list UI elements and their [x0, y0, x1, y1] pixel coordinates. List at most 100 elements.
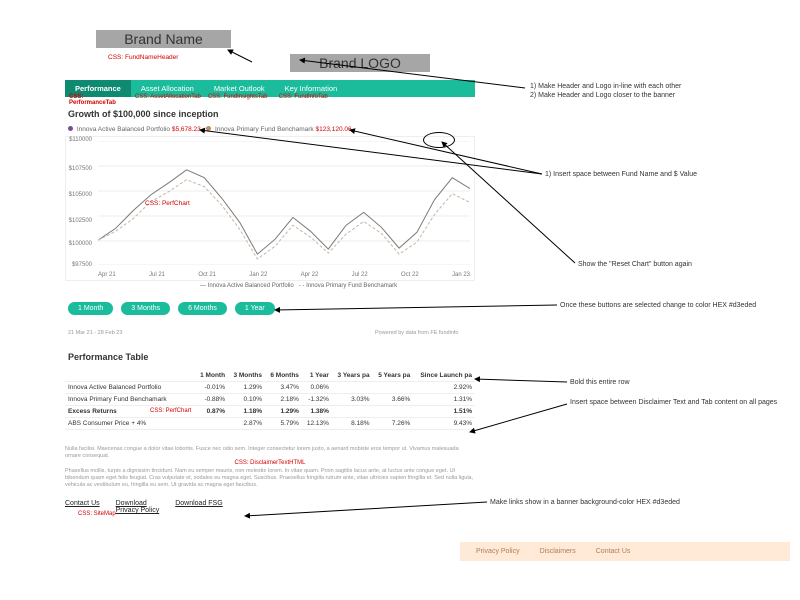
- tab-market-outlook[interactable]: Market Outlook CSS: FundInsightsTab: [204, 80, 275, 97]
- performance-table: 1 Month3 Months6 Months1 Year3 Years pa5…: [65, 370, 475, 430]
- table-header-row: 1 Month3 Months6 Months1 Year3 Years pa5…: [65, 370, 475, 382]
- annotation-pillcolor: Once these buttons are selected change t…: [560, 301, 790, 310]
- cell: 7.26%: [373, 418, 414, 430]
- sample-footer-banner: Privacy Policy Disclaimers Contact Us: [460, 542, 790, 561]
- cell: 1.31%: [413, 394, 475, 406]
- chart-legend-bottom: — Innova Active Balanced Portfolio - - I…: [200, 283, 397, 289]
- table-header: Since Launch pa: [413, 370, 475, 382]
- x-tick: Jan 22: [249, 272, 267, 278]
- period-pill-1m[interactable]: 1 Month: [68, 302, 113, 315]
- cell: 0.87%: [195, 406, 228, 418]
- cell: 0.10%: [228, 394, 265, 406]
- period-pill-1y[interactable]: 1 Year: [235, 302, 275, 315]
- primary-tabs: Performance CSS: PerformanceTab Asset Al…: [65, 80, 475, 97]
- y-tick: $110000: [69, 137, 92, 143]
- cell: [332, 382, 373, 394]
- cell: [373, 406, 414, 418]
- brand-logo-header: Brand LOGO: [290, 54, 430, 72]
- legend-value-a: $5,678.23: [172, 126, 201, 133]
- css-label-tab: CSS: PerformanceTab: [69, 94, 131, 106]
- legend-dot-icon: [206, 126, 211, 131]
- footer-contact[interactable]: Contact Us: [596, 548, 631, 555]
- brand-name-header: Brand Name: [96, 30, 231, 48]
- period-pill-3m[interactable]: 3 Months: [121, 302, 170, 315]
- x-tick: Oct 21: [198, 272, 216, 278]
- tab-label: Asset Allocation: [141, 84, 194, 93]
- cell: [332, 406, 373, 418]
- tab-label: Market Outlook: [214, 84, 265, 93]
- cell: 1.38%: [302, 406, 332, 418]
- table-header: 3 Months: [228, 370, 265, 382]
- annotation-spacer: 1) Insert space between Fund Name and $ …: [545, 170, 775, 179]
- css-label-tab: CSS: FundInfoTab: [279, 94, 328, 100]
- cell: 3.66%: [373, 394, 414, 406]
- cell: 3.47%: [265, 382, 302, 394]
- legend-text: Innova Active Balanced Portfolio: [208, 283, 294, 289]
- cell: 1.51%: [413, 406, 475, 418]
- annotation-circle: [423, 132, 455, 148]
- cell: 2.18%: [265, 394, 302, 406]
- cell: 2.87%: [228, 418, 265, 430]
- table-header: 1 Month: [195, 370, 228, 382]
- disclaimer-p2: Phasellus mollis, turpis a dignissim tin…: [65, 468, 475, 489]
- table-header: 3 Years pa: [332, 370, 373, 382]
- chart-y-axis: $110000 $107500 $105000 $102500 $100000 …: [66, 137, 96, 267]
- row-label: Innova Primary Fund Benchamark: [65, 394, 195, 406]
- disclaimer-text: Nulla facilisi. Maecenas congue a dolor …: [65, 446, 475, 490]
- y-tick: $97500: [72, 262, 92, 268]
- period-pill-6m[interactable]: 6 Months: [178, 302, 227, 315]
- performance-table-title: Performance Table: [68, 352, 148, 362]
- css-label-perfchart2: CSS: PerfChart: [150, 408, 191, 414]
- table-header: [65, 370, 195, 382]
- tab-label: Performance: [75, 84, 121, 93]
- cell: 5.79%: [265, 418, 302, 430]
- download-fsg-link[interactable]: Download FSG: [175, 500, 222, 507]
- cell: -0.01%: [195, 382, 228, 394]
- cell: 0.06%: [302, 382, 332, 394]
- x-tick: Oct 22: [401, 272, 419, 278]
- footer-links: Contact Us Download Privacy Policy Downl…: [65, 500, 475, 514]
- disclaimer-p1: Nulla facilisi. Maecenas congue a dolor …: [65, 446, 475, 460]
- table-row: ABS Consumer Price + 4% 2.87%5.79%12.13%8…: [65, 418, 475, 430]
- cell: 12.13%: [302, 418, 332, 430]
- y-tick: $105000: [69, 192, 92, 198]
- x-tick: Apr 22: [301, 272, 319, 278]
- chart-legend-top: Innova Active Balanced Portfolio $5,678.…: [68, 126, 352, 133]
- legend-text: Innova Primary Fund Benchamark: [306, 283, 397, 289]
- cell: 1.18%: [228, 406, 265, 418]
- tab-asset-allocation[interactable]: Asset Allocation CSS: AssetAllocationTab: [131, 80, 204, 97]
- cell: 8.18%: [332, 418, 373, 430]
- row-label: Innova Active Balanced Portfolio: [65, 382, 195, 394]
- legend-series-a: Innova Active Balanced Portfolio: [77, 126, 170, 133]
- annotation-text: 2) Make Header and Logo closer to the ba…: [530, 91, 760, 100]
- cell: -0.88%: [195, 394, 228, 406]
- powered-by: Powered by data from FE fundinfo: [375, 330, 458, 336]
- y-tick: $100000: [69, 241, 92, 247]
- contact-us-link[interactable]: Contact Us: [65, 500, 100, 507]
- tab-key-information[interactable]: Key Information CSS: FundInfoTab: [275, 80, 348, 97]
- cell: 1.29%: [265, 406, 302, 418]
- tab-performance[interactable]: Performance CSS: PerformanceTab: [65, 80, 131, 97]
- cell: -1.32%: [302, 394, 332, 406]
- legend-value-b: $123,120.06: [315, 126, 351, 133]
- footer-disclaimers[interactable]: Disclaimers: [540, 548, 576, 555]
- annotation-text: 1) Make Header and Logo in-line with eac…: [530, 82, 760, 91]
- x-tick: Apr 21: [98, 272, 116, 278]
- cell: 3.03%: [332, 394, 373, 406]
- css-label-tab: CSS: FundInsightsTab: [208, 94, 268, 100]
- x-tick: Jan 23: [452, 272, 470, 278]
- download-link[interactable]: Download: [116, 500, 160, 507]
- annotation-linksbanner: Make links show in a banner background-c…: [490, 498, 720, 507]
- annotation-header-notes: 1) Make Header and Logo in-line with eac…: [530, 82, 760, 100]
- table-header: 5 Years pa: [373, 370, 414, 382]
- table-row: Innova Primary Fund Benchamark-0.88%0.10…: [65, 394, 475, 406]
- privacy-policy-link[interactable]: Privacy Policy: [116, 507, 160, 514]
- chart-title: Growth of $100,000 since inception: [68, 109, 219, 119]
- table-row: Excess Returns0.87%1.18%1.29%1.38%1.51%: [65, 406, 475, 418]
- footer-privacy[interactable]: Privacy Policy: [476, 548, 520, 555]
- table-date-range: 21 Mar 21 - 28 Feb 23: [68, 330, 122, 336]
- x-tick: Jul 22: [352, 272, 368, 278]
- row-label: ABS Consumer Price + 4%: [65, 418, 195, 430]
- x-tick: Jul 21: [149, 272, 165, 278]
- performance-chart: $110000 $107500 $105000 $102500 $100000 …: [65, 136, 475, 281]
